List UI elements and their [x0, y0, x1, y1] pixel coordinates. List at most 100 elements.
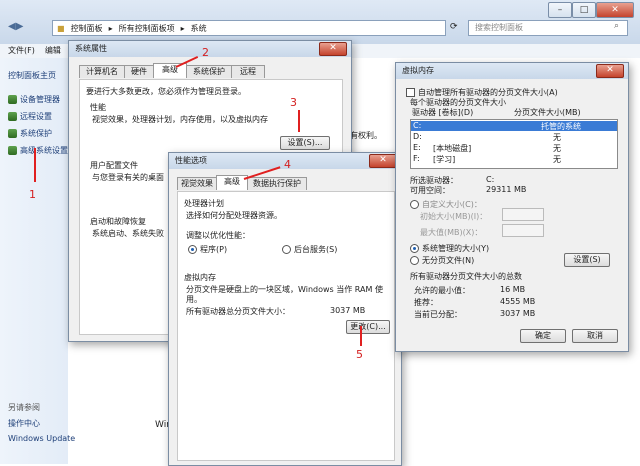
radio-programs[interactable]: 程序(P): [188, 244, 227, 255]
radio-system-managed[interactable]: 系统管理的大小(Y): [410, 243, 489, 254]
close-window-button[interactable]: ✕: [596, 2, 634, 18]
list-item-label: [学习]: [433, 155, 456, 164]
tab-computer-name[interactable]: 计算机名: [79, 65, 125, 78]
free-label: 可用空间：: [410, 186, 450, 195]
admin-note: 要进行大多数更改，您必须作为管理员登录。: [86, 87, 246, 96]
breadcrumb-item[interactable]: 所有控制面板项: [119, 23, 175, 34]
perf-heading: 性能: [90, 103, 106, 112]
annotation-arrow-1: [34, 148, 36, 182]
performance-options-dialog: 性能选项 ✕ 视觉效果 高级 数据执行保护 处理器计划 选择如何分配处理器资源。…: [168, 152, 402, 466]
max-size-input[interactable]: [502, 224, 544, 237]
totals-heading: 所有驱动器分页文件大小的总数: [410, 272, 522, 281]
profile-desc: 与您登录有关的桌面: [92, 173, 164, 182]
change-button[interactable]: 更改(C)...: [346, 320, 390, 334]
shield-icon: [8, 112, 17, 121]
sidebar-item-protection[interactable]: 系统保护: [8, 128, 52, 139]
free-value: 29311 MB: [486, 185, 527, 194]
annotation-arrow-3: [298, 110, 300, 132]
rec-label: 推荐：: [414, 298, 438, 307]
back-forward-icon[interactable]: ◀▶: [8, 21, 23, 32]
maximize-button[interactable]: □: [572, 2, 596, 18]
list-item-drive[interactable]: C:: [413, 121, 421, 130]
sidebar-item-advanced[interactable]: 高级系统设置: [8, 145, 68, 156]
list-item-drive[interactable]: E:: [413, 143, 421, 152]
menu-edit[interactable]: 编辑: [45, 44, 61, 58]
minimize-button[interactable]: –: [548, 2, 572, 18]
radio-selected-icon: [188, 245, 197, 254]
radio-no-paging[interactable]: 无分页文件(N): [410, 255, 474, 266]
sel-drive-value: C:: [486, 175, 495, 184]
list-selection: [411, 121, 617, 131]
search-icon[interactable]: ⌕: [614, 21, 619, 31]
max-size-label: 最大值(MB)(X)：: [420, 228, 483, 237]
startup-heading: 启动和故障恢复: [90, 217, 146, 226]
radio-empty-icon: [410, 200, 419, 209]
list-item-drive[interactable]: D:: [413, 132, 422, 141]
startup-desc: 系统启动、系统失败: [92, 229, 164, 238]
settings-button[interactable]: 设置(S)...: [280, 136, 330, 150]
rec-value: 4555 MB: [500, 297, 536, 306]
list-item-label: [本地磁盘]: [433, 144, 472, 153]
set-button[interactable]: 设置(S): [564, 253, 610, 267]
menu-file[interactable]: 文件(F): [8, 44, 35, 58]
vm-heading: 虚拟内存: [184, 273, 216, 282]
col-size: 分页文件大小(MB): [514, 108, 581, 117]
breadcrumb-item[interactable]: 系统: [191, 23, 207, 34]
tab-visual-effects[interactable]: 视觉效果: [177, 177, 217, 190]
vm-total-value: 3037 MB: [330, 306, 366, 315]
vm-total-label: 所有驱动器总分页文件大小：: [186, 307, 290, 316]
dialog-title: 系统属性: [69, 41, 351, 57]
tab-dep[interactable]: 数据执行保护: [247, 177, 307, 190]
shield-icon: [8, 146, 17, 155]
annotation-arrow-5: [360, 326, 362, 346]
annotation-4: 4: [284, 158, 291, 171]
tab-hardware[interactable]: 硬件: [124, 65, 154, 78]
list-item-size: 托管的系统: [541, 122, 581, 131]
optimize-label: 调整以优化性能：: [186, 231, 250, 240]
tab-system-protection[interactable]: 系统保护: [186, 65, 232, 78]
annotation-1: 1: [29, 188, 36, 201]
perf-desc: 视觉效果，处理器计划，内存使用，以及虚拟内存: [92, 115, 268, 124]
annotation-5: 5: [356, 348, 363, 361]
radio-selected-icon: [410, 244, 419, 253]
radio-custom-size[interactable]: 自定义大小(C)：: [410, 199, 482, 210]
virtual-memory-dialog: 虚拟内存 ✕ 自动管理所有驱动器的分页文件大小(A) 每个驱动器的分页文件大小 …: [395, 62, 629, 352]
checkbox-empty-icon: [406, 88, 415, 97]
sidebar-item-home[interactable]: 控制面板主页: [8, 70, 56, 81]
cancel-button[interactable]: 取消: [572, 329, 618, 343]
tab-remote[interactable]: 远程: [231, 65, 265, 78]
initial-size-label: 初始大小(MB)(I)：: [420, 212, 488, 221]
shield-icon: [8, 129, 17, 138]
ok-button[interactable]: 确定: [520, 329, 566, 343]
search-input[interactable]: 搜索控制面板: [468, 20, 628, 36]
profile-heading: 用户配置文件: [90, 161, 138, 170]
close-icon[interactable]: ✕: [596, 64, 624, 78]
radio-empty-icon: [410, 256, 419, 265]
annotation-3: 3: [290, 96, 297, 109]
see-also-label: 另请参阅: [8, 403, 40, 412]
initial-size-input[interactable]: [502, 208, 544, 221]
sched-heading: 处理器计划: [184, 199, 224, 208]
col-drive: 驱动器 [卷标](D): [412, 108, 474, 117]
radio-empty-icon: [282, 245, 291, 254]
breadcrumb-item[interactable]: 控制面板: [71, 23, 103, 34]
windows-update-link[interactable]: Windows Update: [8, 434, 75, 443]
action-center-link[interactable]: 操作中心: [8, 418, 40, 429]
list-item-drive[interactable]: F:: [413, 154, 420, 163]
address-bar[interactable]: ■ 控制面板 ▸ 所有控制面板项 ▸ 系统: [52, 20, 446, 36]
vm-desc-1: 分页文件是硬盘上的一块区域，Windows 当作 RAM 使: [186, 285, 383, 294]
sidebar-item-device-manager[interactable]: 设备管理器: [8, 94, 60, 105]
radio-background[interactable]: 后台服务(S): [282, 244, 337, 255]
list-item-size: 无: [553, 144, 561, 153]
close-icon[interactable]: ✕: [369, 154, 397, 168]
list-item-size: 无: [553, 133, 561, 142]
refresh-icon[interactable]: ⟳: [450, 22, 458, 32]
dialog-title: 虚拟内存: [396, 63, 628, 79]
annotation-2: 2: [202, 46, 209, 59]
cur-value: 3037 MB: [500, 309, 536, 318]
close-icon[interactable]: ✕: [319, 42, 347, 56]
chevron-right-icon: ▸: [108, 23, 113, 33]
list-item-size: 无: [553, 155, 561, 164]
drive-list[interactable]: C: 托管的系统 D: 无 E: [本地磁盘] 无 F: [学习] 无: [410, 119, 618, 169]
sidebar-item-remote[interactable]: 远程设置: [8, 111, 52, 122]
